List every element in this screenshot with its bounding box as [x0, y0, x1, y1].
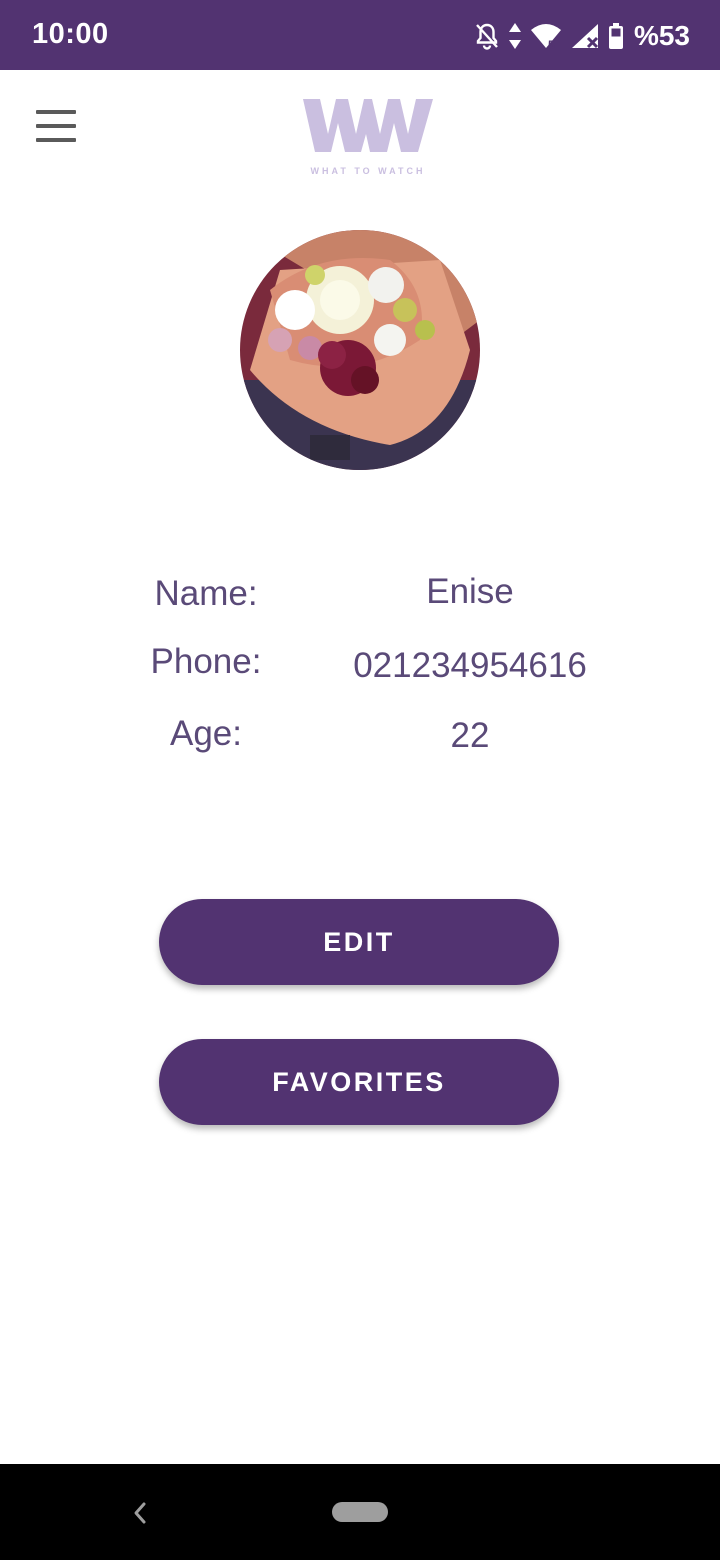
- status-icons: 5 %53: [474, 18, 690, 54]
- app-logo: WHAT TO WATCH: [298, 96, 438, 180]
- hamburger-menu-icon[interactable]: [34, 106, 78, 146]
- phone-label: Phone:: [150, 642, 262, 681]
- battery-percentage: %53: [633, 20, 690, 51]
- logo-tagline: WHAT TO WATCH: [310, 166, 426, 176]
- wifi-icon: 5: [530, 24, 561, 50]
- age-value: 22: [450, 716, 490, 755]
- favorites-button[interactable]: FAVORITES: [159, 1039, 559, 1125]
- back-chevron-icon[interactable]: [126, 1496, 152, 1530]
- menu-line: [36, 124, 76, 128]
- name-value: Enise: [426, 572, 514, 611]
- profile-avatar: [240, 230, 480, 470]
- age-label: Age:: [170, 714, 242, 753]
- menu-line: [36, 110, 76, 114]
- name-label: Name:: [154, 574, 258, 613]
- status-bar: 10:00 5 %53: [0, 0, 720, 70]
- home-pill-icon[interactable]: [332, 1502, 388, 1522]
- system-navigation-bar: [0, 1464, 720, 1560]
- phone-value: 021234954616: [353, 646, 587, 685]
- notifications-off-icon: [476, 23, 498, 50]
- data-arrows-icon: [508, 23, 521, 49]
- edit-button[interactable]: EDIT: [159, 899, 559, 985]
- battery-icon: [608, 23, 623, 49]
- svg-text:5: 5: [548, 38, 555, 50]
- logo-mark: [303, 99, 433, 152]
- status-time: 10:00: [32, 18, 109, 50]
- signal-no-service-icon: [571, 24, 599, 49]
- flower-bouquet-photo: [240, 230, 480, 470]
- menu-line: [36, 138, 76, 142]
